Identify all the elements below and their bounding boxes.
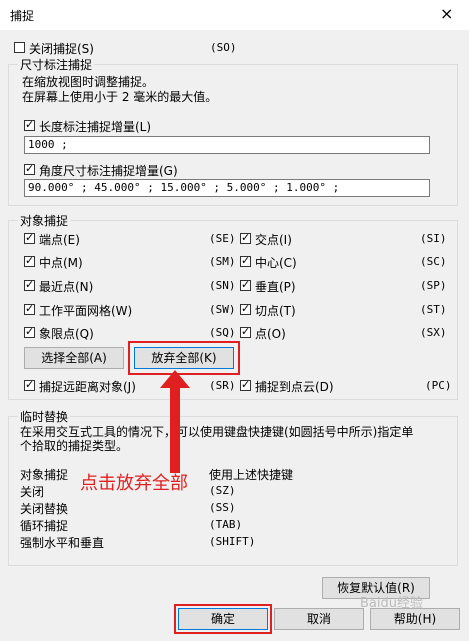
pointcloud-snap-checkbox[interactable]	[240, 378, 251, 391]
override-row-label: 循环捕捉	[20, 519, 69, 533]
remote-snap-code: (SR)	[209, 379, 236, 392]
point-code: (SX)	[420, 326, 447, 339]
temp-override-desc-2: 个拾取的捕捉类型。	[20, 439, 129, 453]
endpoint-checkbox[interactable]	[24, 231, 35, 244]
midpoint-code: (SM)	[209, 255, 236, 268]
intersection-checkbox[interactable]	[240, 231, 251, 244]
perpendicular-label: 垂直(P)	[255, 280, 296, 294]
linear-snap-checkbox[interactable]	[24, 118, 35, 131]
center-checkbox[interactable]	[240, 254, 251, 267]
linear-snap-input[interactable]: 1000 ;	[24, 136, 430, 154]
midpoint-label: 中点(M)	[39, 256, 83, 270]
select-all-button[interactable]: 选择全部(A)	[24, 347, 124, 369]
center-label: 中心(C)	[255, 256, 297, 270]
override-row-label: 强制水平和垂直	[20, 536, 105, 550]
nearest-checkbox[interactable]	[24, 278, 35, 291]
pointcloud-snap-code: (PC)	[425, 379, 452, 392]
nearest-code: (SN)	[209, 279, 236, 292]
linear-snap-label: 长度标注捕捉增量(L)	[39, 120, 152, 134]
override-row-value: (SHIFT)	[209, 535, 256, 548]
perpendicular-code: (SP)	[420, 279, 447, 292]
highlight-box	[174, 604, 272, 634]
endpoint-label: 端点(E)	[39, 233, 80, 247]
workplane-grid-code: (SW)	[209, 303, 236, 316]
watermark: Baidu经验	[360, 596, 423, 611]
pointcloud-snap-label: 捕捉到点云(D)	[255, 380, 334, 394]
override-row-value: (SS)	[209, 501, 236, 514]
close-snap-code: (SO)	[210, 41, 237, 54]
remote-snap-checkbox[interactable]	[24, 378, 35, 391]
override-row-label: 关闭	[20, 485, 45, 499]
point-checkbox[interactable]	[240, 325, 251, 338]
angular-snap-label: 角度尺寸标注捕捉增量(G)	[39, 164, 178, 178]
override-row-label: 关闭替换	[20, 502, 69, 516]
override-row-value: (TAB)	[209, 518, 243, 531]
cancel-button[interactable]: 取消	[274, 608, 364, 630]
angular-snap-checkbox[interactable]	[24, 162, 35, 175]
close-snap-label: 关闭捕捉(S)	[29, 42, 94, 56]
quadrant-code: (SQ)	[209, 326, 236, 339]
window-title: 捕捉	[10, 9, 35, 23]
dim-snap-legend: 尺寸标注捕捉	[18, 56, 95, 73]
intersection-code: (SI)	[420, 232, 447, 245]
endpoint-code: (SE)	[209, 232, 236, 245]
close-icon[interactable]: ×	[440, 4, 453, 23]
override-row-value: 使用上述快捷键	[209, 468, 294, 482]
midpoint-checkbox[interactable]	[24, 254, 35, 267]
tangent-code: (ST)	[420, 303, 447, 316]
red-arrow-icon	[160, 370, 190, 473]
override-row-value: (SZ)	[209, 484, 236, 497]
center-code: (SC)	[420, 255, 447, 268]
tangent-checkbox[interactable]	[240, 302, 251, 315]
point-label: 点(O)	[255, 327, 286, 341]
nearest-label: 最近点(N)	[39, 280, 94, 294]
title-bar	[0, 0, 469, 30]
intersection-label: 交点(I)	[255, 233, 292, 247]
quadrant-label: 象限点(Q)	[39, 327, 94, 341]
tangent-label: 切点(T)	[255, 304, 296, 318]
override-row-label: 对象捕捉	[20, 468, 69, 482]
workplane-grid-checkbox[interactable]	[24, 302, 35, 315]
dim-snap-desc-2: 在屏幕上使用小于 2 毫米的最大值。	[22, 90, 218, 104]
help-button[interactable]: 帮助(H)	[370, 608, 460, 630]
close-snap-checkbox[interactable]	[14, 42, 25, 53]
object-snap-legend: 对象捕捉	[18, 212, 71, 229]
angular-snap-input[interactable]: 90.000° ; 45.000° ; 15.000° ; 5.000° ; 1…	[24, 179, 430, 197]
remote-snap-label: 捕捉远距离对象(J)	[39, 380, 136, 394]
annotation-text: 点击放弃全部	[80, 473, 188, 494]
workplane-grid-label: 工作平面网格(W)	[39, 304, 133, 318]
perpendicular-checkbox[interactable]	[240, 278, 251, 291]
quadrant-checkbox[interactable]	[24, 325, 35, 338]
